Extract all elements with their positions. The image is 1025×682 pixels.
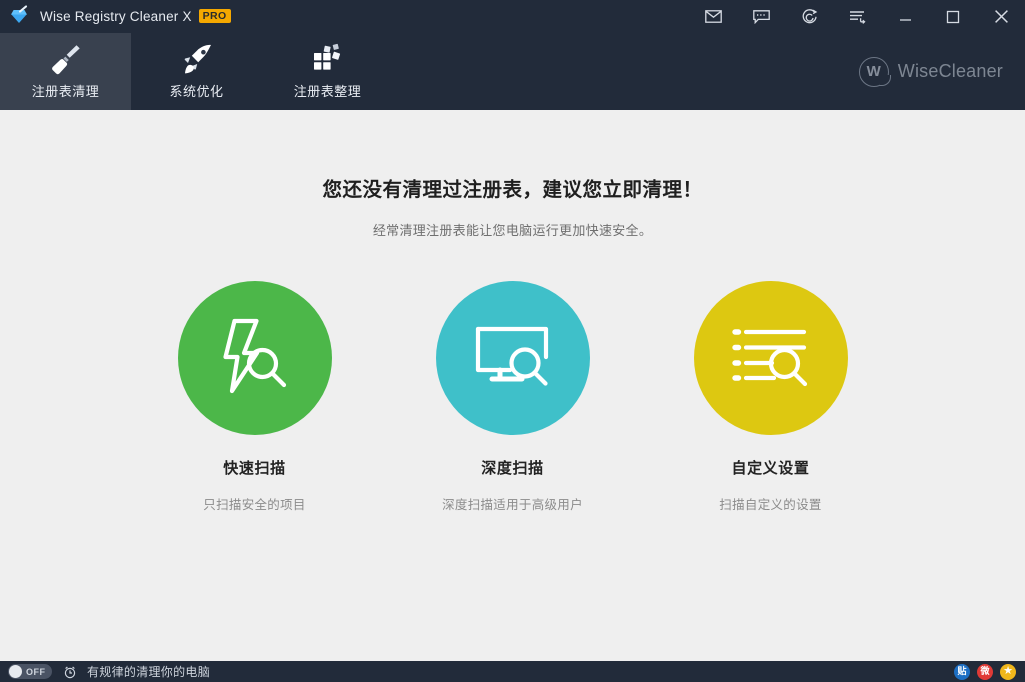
defrag-squares-icon — [308, 43, 348, 77]
tab-registry-defrag[interactable]: 注册表整理 — [262, 33, 393, 110]
wisecleaner-logo-icon: W — [858, 56, 891, 87]
deep-scan-action[interactable]: 深度扫描 深度扫描适用于高级用户 — [423, 281, 603, 513]
social-links: 贴 微 ★ — [954, 663, 1016, 680]
deep-scan-circle[interactable] — [435, 281, 590, 435]
title-bar: Wise Registry Cleaner X PRO — [0, 0, 1025, 33]
action-desc: 只扫描安全的项目 — [203, 498, 306, 512]
app-window: Wise Registry Cleaner X PRO 注册表清理 系统优化 注… — [0, 0, 1025, 682]
tieba-glyph: 贴 — [957, 666, 967, 676]
close-icon — [994, 9, 1009, 24]
quick-scan-action[interactable]: 快速扫描 只扫描安全的项目 — [165, 281, 345, 513]
star-link[interactable]: ★ — [1000, 663, 1016, 680]
quick-scan-circle[interactable] — [177, 281, 332, 435]
support-button[interactable] — [785, 0, 833, 33]
action-title: 快速扫描 — [223, 460, 286, 477]
speech-bubble-icon — [752, 9, 770, 24]
page-headline: 您还没有清理过注册表，建议您立即清理！ — [322, 179, 703, 201]
app-title: Wise Registry Cleaner X — [40, 9, 192, 24]
close-button[interactable] — [977, 0, 1025, 33]
maximize-icon — [946, 10, 960, 24]
app-icon — [9, 4, 29, 27]
status-text: 有规律的清理你的电脑 — [87, 665, 211, 679]
custom-settings-circle[interactable] — [693, 281, 848, 435]
schedule-toggle[interactable]: OFF — [8, 664, 52, 679]
lightning-search-icon — [212, 313, 298, 404]
status-bar: OFF 有规律的清理你的电脑 贴 微 ★ — [0, 661, 1025, 682]
action-desc: 扫描自定义的设置 — [719, 498, 822, 512]
brush-icon — [46, 43, 86, 77]
minimize-button[interactable] — [881, 0, 929, 33]
main-content: 您还没有清理过注册表，建议您立即清理！ 经常清理注册表能让您电脑运行更加快速安全… — [0, 110, 1025, 661]
menu-button[interactable] — [833, 0, 881, 33]
action-title: 深度扫描 — [481, 460, 544, 477]
titlebar-buttons — [689, 0, 1025, 33]
pro-badge: PRO — [198, 8, 231, 23]
tab-registry-cleaner[interactable]: 注册表清理 — [0, 33, 131, 110]
brand-mark-letter: W — [866, 63, 881, 80]
minimize-icon — [898, 11, 913, 23]
scan-actions: 快速扫描 只扫描安全的项目 深度扫描 深度扫描适用于高级用户 自定义设置 扫描自… — [0, 281, 1025, 513]
tab-label: 注册表整理 — [293, 84, 362, 99]
menu-list-icon — [849, 10, 866, 24]
page-subline: 经常清理注册表能让您电脑运行更加快速安全。 — [372, 223, 653, 238]
comment-button[interactable] — [737, 0, 785, 33]
toggle-state-label: OFF — [26, 666, 46, 677]
maximize-button[interactable] — [929, 0, 977, 33]
tab-label: 系统优化 — [169, 84, 224, 99]
rocket-icon — [177, 43, 217, 77]
weibo-glyph: 微 — [980, 666, 990, 676]
action-desc: 深度扫描适用于高级用户 — [442, 498, 583, 512]
brand-name: WiseCleaner — [897, 61, 1003, 81]
toggle-knob — [9, 665, 22, 678]
custom-settings-action[interactable]: 自定义设置 扫描自定义的设置 — [681, 281, 861, 513]
monitor-search-icon — [470, 313, 556, 404]
brand-logo: W WiseCleaner — [858, 33, 1025, 110]
action-title: 自定义设置 — [731, 460, 810, 477]
tab-label: 注册表清理 — [31, 84, 100, 99]
main-nav: 注册表清理 系统优化 注册表整理 W WiseCleaner — [0, 33, 1025, 110]
list-search-icon — [728, 313, 814, 404]
alarm-clock-icon[interactable] — [63, 665, 77, 679]
weibo-link[interactable]: 微 — [977, 663, 993, 680]
lifebuoy-icon — [801, 8, 818, 25]
envelope-icon — [704, 10, 722, 23]
star-glyph: ★ — [1003, 665, 1013, 677]
tab-system-optimize[interactable]: 系统优化 — [131, 33, 262, 110]
feedback-mail-button[interactable] — [689, 0, 737, 33]
tieba-link[interactable]: 贴 — [954, 663, 970, 680]
